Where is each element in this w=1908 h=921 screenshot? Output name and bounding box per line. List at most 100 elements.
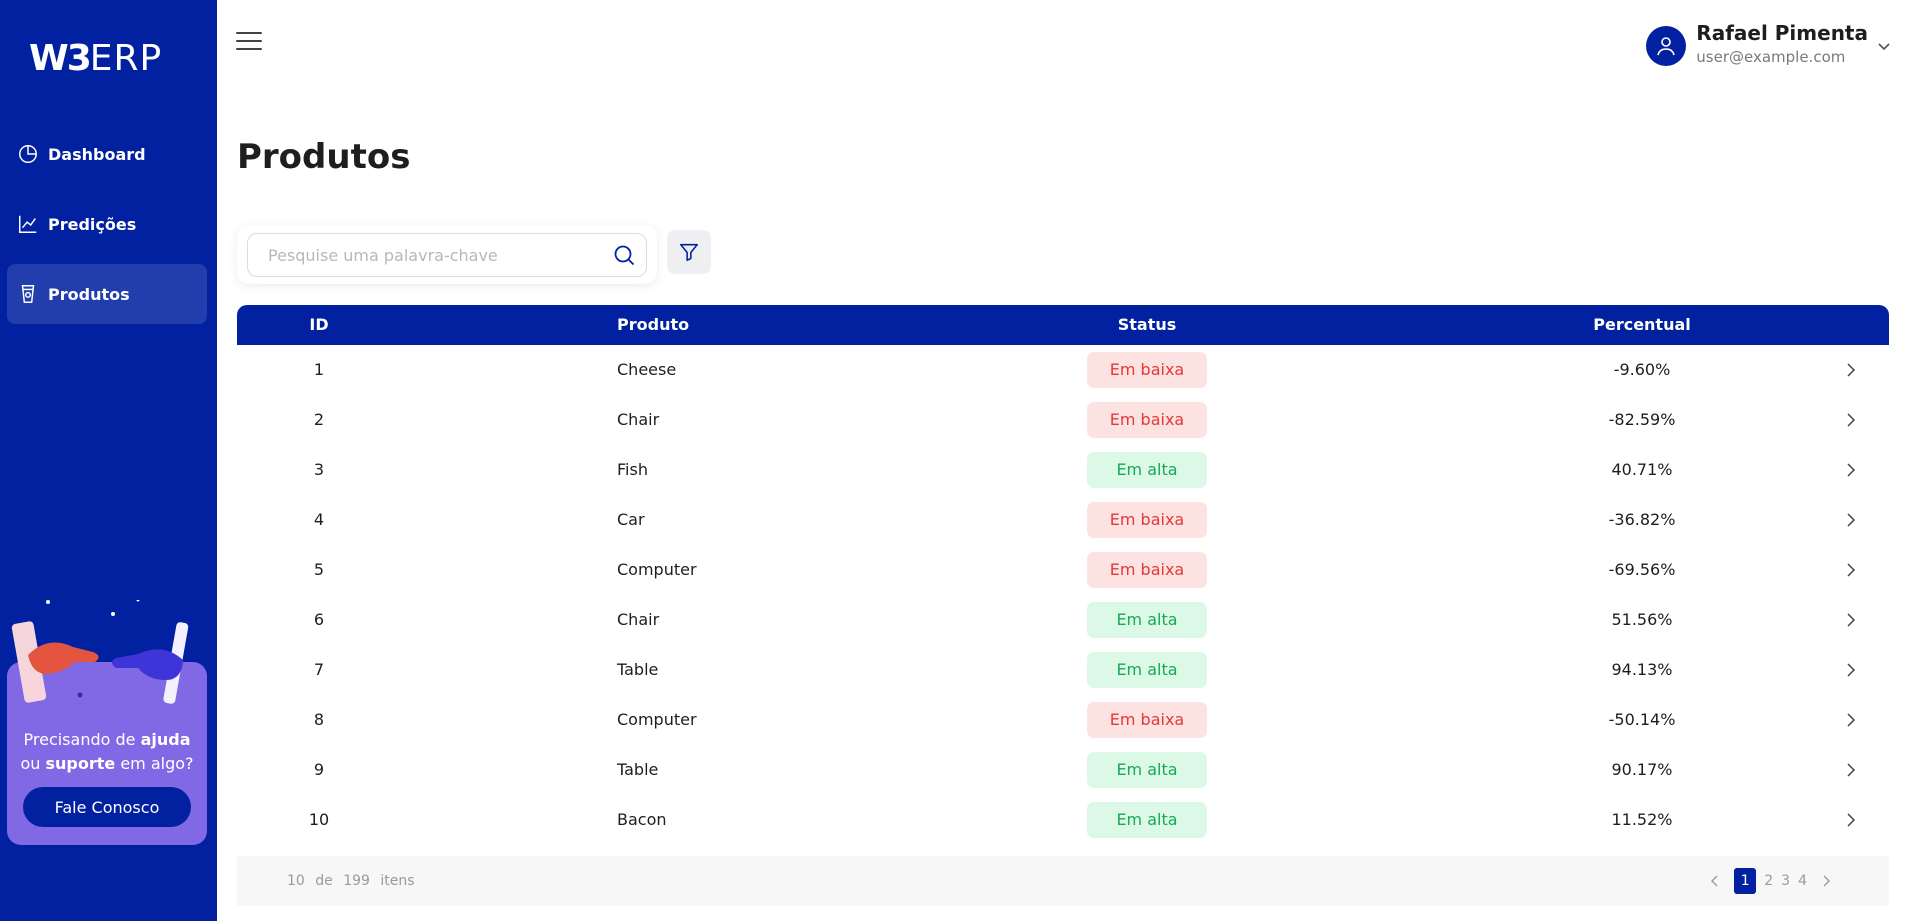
sidebar-nav: Dashboard Predições Produtos [7, 124, 207, 334]
column-header-percentual[interactable]: Percentual [1567, 305, 1717, 345]
help-line1-bold: ajuda [140, 730, 191, 749]
chevron-right-icon[interactable] [1819, 874, 1833, 888]
logo-bold-text: W3 [29, 37, 92, 79]
table-row[interactable]: 1 Cheese Em baixa -9.60% [237, 345, 1889, 395]
status-badge: Em alta [1087, 652, 1207, 688]
chevron-left-icon[interactable] [1708, 874, 1722, 888]
page-button-3[interactable]: 3 [1781, 873, 1790, 889]
table-row[interactable]: 2 Chair Em baixa -82.59% [237, 395, 1889, 445]
cell-percent: 94.13% [1611, 660, 1673, 679]
column-header-status[interactable]: Status [1087, 305, 1207, 345]
table-row[interactable]: 9 Table Em alta 90.17% [237, 745, 1889, 795]
row-chevron-right-icon[interactable] [1844, 345, 1864, 395]
help-line2-bold: suporte [45, 754, 116, 773]
cell-id: 8 [313, 710, 325, 729]
cell-percent: -9.60% [1613, 360, 1671, 379]
column-header-produto[interactable]: Produto [617, 305, 689, 345]
filter-button[interactable] [667, 230, 711, 274]
app-logo[interactable]: W3 ERP [29, 37, 163, 79]
user-icon [1657, 37, 1676, 56]
search-input[interactable] [268, 245, 612, 265]
status-badge: Em baixa [1087, 502, 1207, 538]
cell-id: 10 [308, 810, 330, 829]
status-badge: Em baixa [1087, 702, 1207, 738]
row-chevron-right-icon[interactable] [1844, 595, 1864, 645]
user-email: user@example.com [1696, 48, 1846, 66]
row-chevron-right-icon[interactable] [1844, 695, 1864, 745]
sidebar: W3 ERP Dashboard Predições Produtos Preci… [0, 0, 217, 921]
cell-product: Car [617, 510, 645, 529]
pagination: 1 2 3 4 [1700, 868, 1841, 894]
status-badge: Em baixa [1087, 402, 1207, 438]
status-badge: Em alta [1087, 602, 1207, 638]
table-row[interactable]: 8 Computer Em baixa -50.14% [237, 695, 1889, 745]
help-line2-prefix: ou [20, 754, 46, 773]
sidebar-item-label: Dashboard [48, 144, 146, 164]
contact-button[interactable]: Fale Conosco [23, 787, 191, 827]
row-chevron-right-icon[interactable] [1844, 495, 1864, 545]
cell-percent: -69.56% [1608, 560, 1676, 579]
page-button-4[interactable]: 4 [1798, 873, 1807, 889]
row-chevron-right-icon[interactable] [1844, 795, 1864, 845]
status-badge: Em alta [1087, 802, 1207, 838]
sidebar-item-predicoes[interactable]: Predições [7, 194, 207, 254]
cell-id: 9 [313, 760, 325, 779]
sidebar-item-produtos[interactable]: Produtos [7, 264, 207, 324]
row-chevron-right-icon[interactable] [1844, 645, 1864, 695]
items-label: itens [380, 873, 415, 889]
cell-product: Fish [617, 460, 648, 479]
row-chevron-right-icon[interactable] [1844, 545, 1864, 595]
items-of-label: de [315, 873, 333, 889]
cell-percent: 90.17% [1611, 760, 1673, 779]
cell-product: Chair [617, 610, 660, 629]
help-line2-suffix: em algo? [115, 754, 194, 773]
cell-percent: -50.14% [1608, 710, 1676, 729]
cell-percent: 51.56% [1611, 610, 1673, 629]
help-text: Precisando de ajuda ou suporte em algo? [7, 728, 207, 776]
cell-product: Computer [617, 560, 697, 579]
cell-id: 3 [313, 460, 325, 479]
cell-product: Cheese [617, 360, 677, 379]
cell-product: Table [617, 660, 659, 679]
user-avatar [1646, 26, 1687, 66]
table-row[interactable]: 6 Chair Em alta 51.56% [237, 595, 1889, 645]
table-body: 1 Cheese Em baixa -9.60% 2 Chair Em baixa -82.5… [237, 345, 1889, 845]
row-chevron-right-icon[interactable] [1844, 395, 1864, 445]
sidebar-item-dashboard[interactable]: Dashboard [7, 124, 207, 184]
row-chevron-right-icon[interactable] [1844, 445, 1864, 495]
user-menu[interactable]: Rafael Pimenta user@example.com [1646, 20, 1892, 68]
products-table: ID Produto Status Percentual 1 Cheese Em b… [237, 305, 1889, 845]
page-button-2[interactable]: 2 [1764, 873, 1773, 889]
search-icon[interactable] [612, 243, 636, 267]
table-row[interactable]: 3 Fish Em alta 40.71% [237, 445, 1889, 495]
cell-percent: 11.52% [1611, 810, 1673, 829]
status-badge: Em alta [1087, 752, 1207, 788]
cell-product: Computer [617, 710, 697, 729]
cell-percent: -36.82% [1608, 510, 1676, 529]
cell-id: 5 [313, 560, 325, 579]
page-button-1[interactable]: 1 [1734, 868, 1757, 894]
column-header-id[interactable]: ID [237, 305, 401, 345]
table-row[interactable]: 4 Car Em baixa -36.82% [237, 495, 1889, 545]
row-chevron-right-icon[interactable] [1844, 745, 1864, 795]
cell-product: Bacon [617, 810, 667, 829]
table-footer: 10 de 199 itens 1 2 3 4 [237, 856, 1889, 906]
filter-icon [679, 243, 699, 262]
pie-chart-icon [19, 145, 37, 163]
status-badge: Em baixa [1087, 352, 1207, 388]
line-chart-icon [19, 215, 37, 233]
table-row[interactable]: 7 Table Em alta 94.13% [237, 645, 1889, 695]
cell-percent: 40.71% [1611, 460, 1673, 479]
cell-id: 2 [313, 410, 325, 429]
logo-thin-text: ERP [89, 37, 163, 79]
hamburger-menu-icon[interactable] [236, 32, 262, 54]
chevron-down-icon[interactable] [1876, 38, 1892, 54]
table-row[interactable]: 10 Bacon Em alta 11.52% [237, 795, 1889, 845]
help-line1-prefix: Precisando de [23, 730, 141, 749]
cell-percent: -82.59% [1608, 410, 1676, 429]
cell-product: Table [617, 760, 659, 779]
cell-id: 7 [313, 660, 325, 679]
page-title: Produtos [237, 137, 411, 177]
table-row[interactable]: 5 Computer Em baixa -69.56% [237, 545, 1889, 595]
search-container [237, 225, 657, 284]
